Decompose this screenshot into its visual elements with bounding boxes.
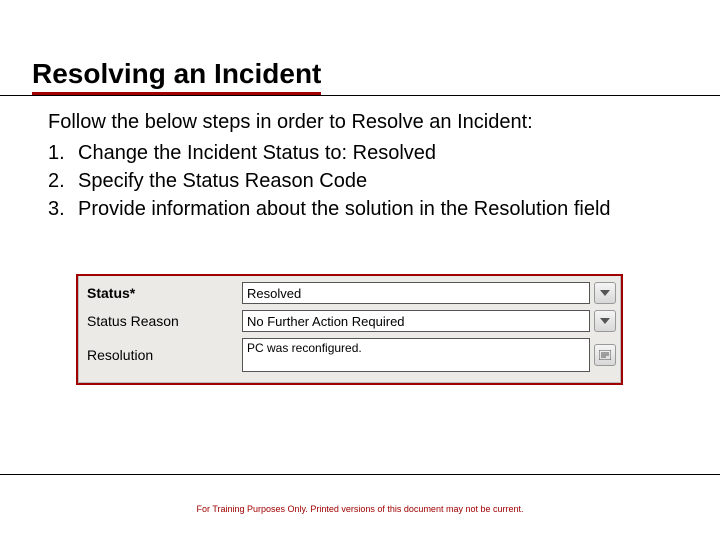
status-reason-dropdown-button[interactable] (594, 310, 616, 332)
steps-list: 1. Change the Incident Status to: Resolv… (48, 140, 660, 224)
resolution-row: Resolution PC was reconfigured. (83, 338, 616, 372)
step-text: Specify the Status Reason Code (78, 168, 660, 194)
status-field[interactable]: Resolved (242, 282, 590, 304)
chevron-down-icon (600, 318, 610, 324)
text-editor-icon (599, 350, 611, 360)
status-field-wrap: Resolved (242, 282, 616, 304)
status-row: Status* Resolved (83, 282, 616, 304)
title-underline (0, 95, 720, 96)
list-item: 2. Specify the Status Reason Code (48, 168, 660, 194)
form-panel: Status* Resolved Status Reason No Furthe… (78, 276, 621, 383)
page-title: Resolving an Incident (32, 58, 321, 95)
resolution-field[interactable]: PC was reconfigured. (242, 338, 590, 372)
resolution-editor-button[interactable] (594, 344, 616, 366)
status-dropdown-button[interactable] (594, 282, 616, 304)
form-screenshot: Status* Resolved Status Reason No Furthe… (76, 274, 623, 385)
status-reason-row: Status Reason No Further Action Required (83, 310, 616, 332)
slide: Resolving an Incident Follow the below s… (0, 0, 720, 540)
footer-text: For Training Purposes Only. Printed vers… (0, 504, 720, 514)
status-label: Status* (83, 285, 242, 301)
status-reason-field-wrap: No Further Action Required (242, 310, 616, 332)
status-reason-label: Status Reason (83, 313, 242, 329)
status-reason-field[interactable]: No Further Action Required (242, 310, 590, 332)
step-number: 1. (48, 140, 78, 166)
step-text: Change the Incident Status to: Resolved (78, 140, 660, 166)
step-number: 2. (48, 168, 78, 194)
chevron-down-icon (600, 290, 610, 296)
resolution-label: Resolution (83, 347, 242, 363)
list-item: 1. Change the Incident Status to: Resolv… (48, 140, 660, 166)
list-item: 3. Provide information about the solutio… (48, 196, 660, 222)
step-number: 3. (48, 196, 78, 222)
resolution-field-wrap: PC was reconfigured. (242, 338, 616, 372)
footer-rule (0, 474, 720, 475)
step-text: Provide information about the solution i… (78, 196, 660, 222)
intro-text: Follow the below steps in order to Resol… (48, 110, 660, 135)
